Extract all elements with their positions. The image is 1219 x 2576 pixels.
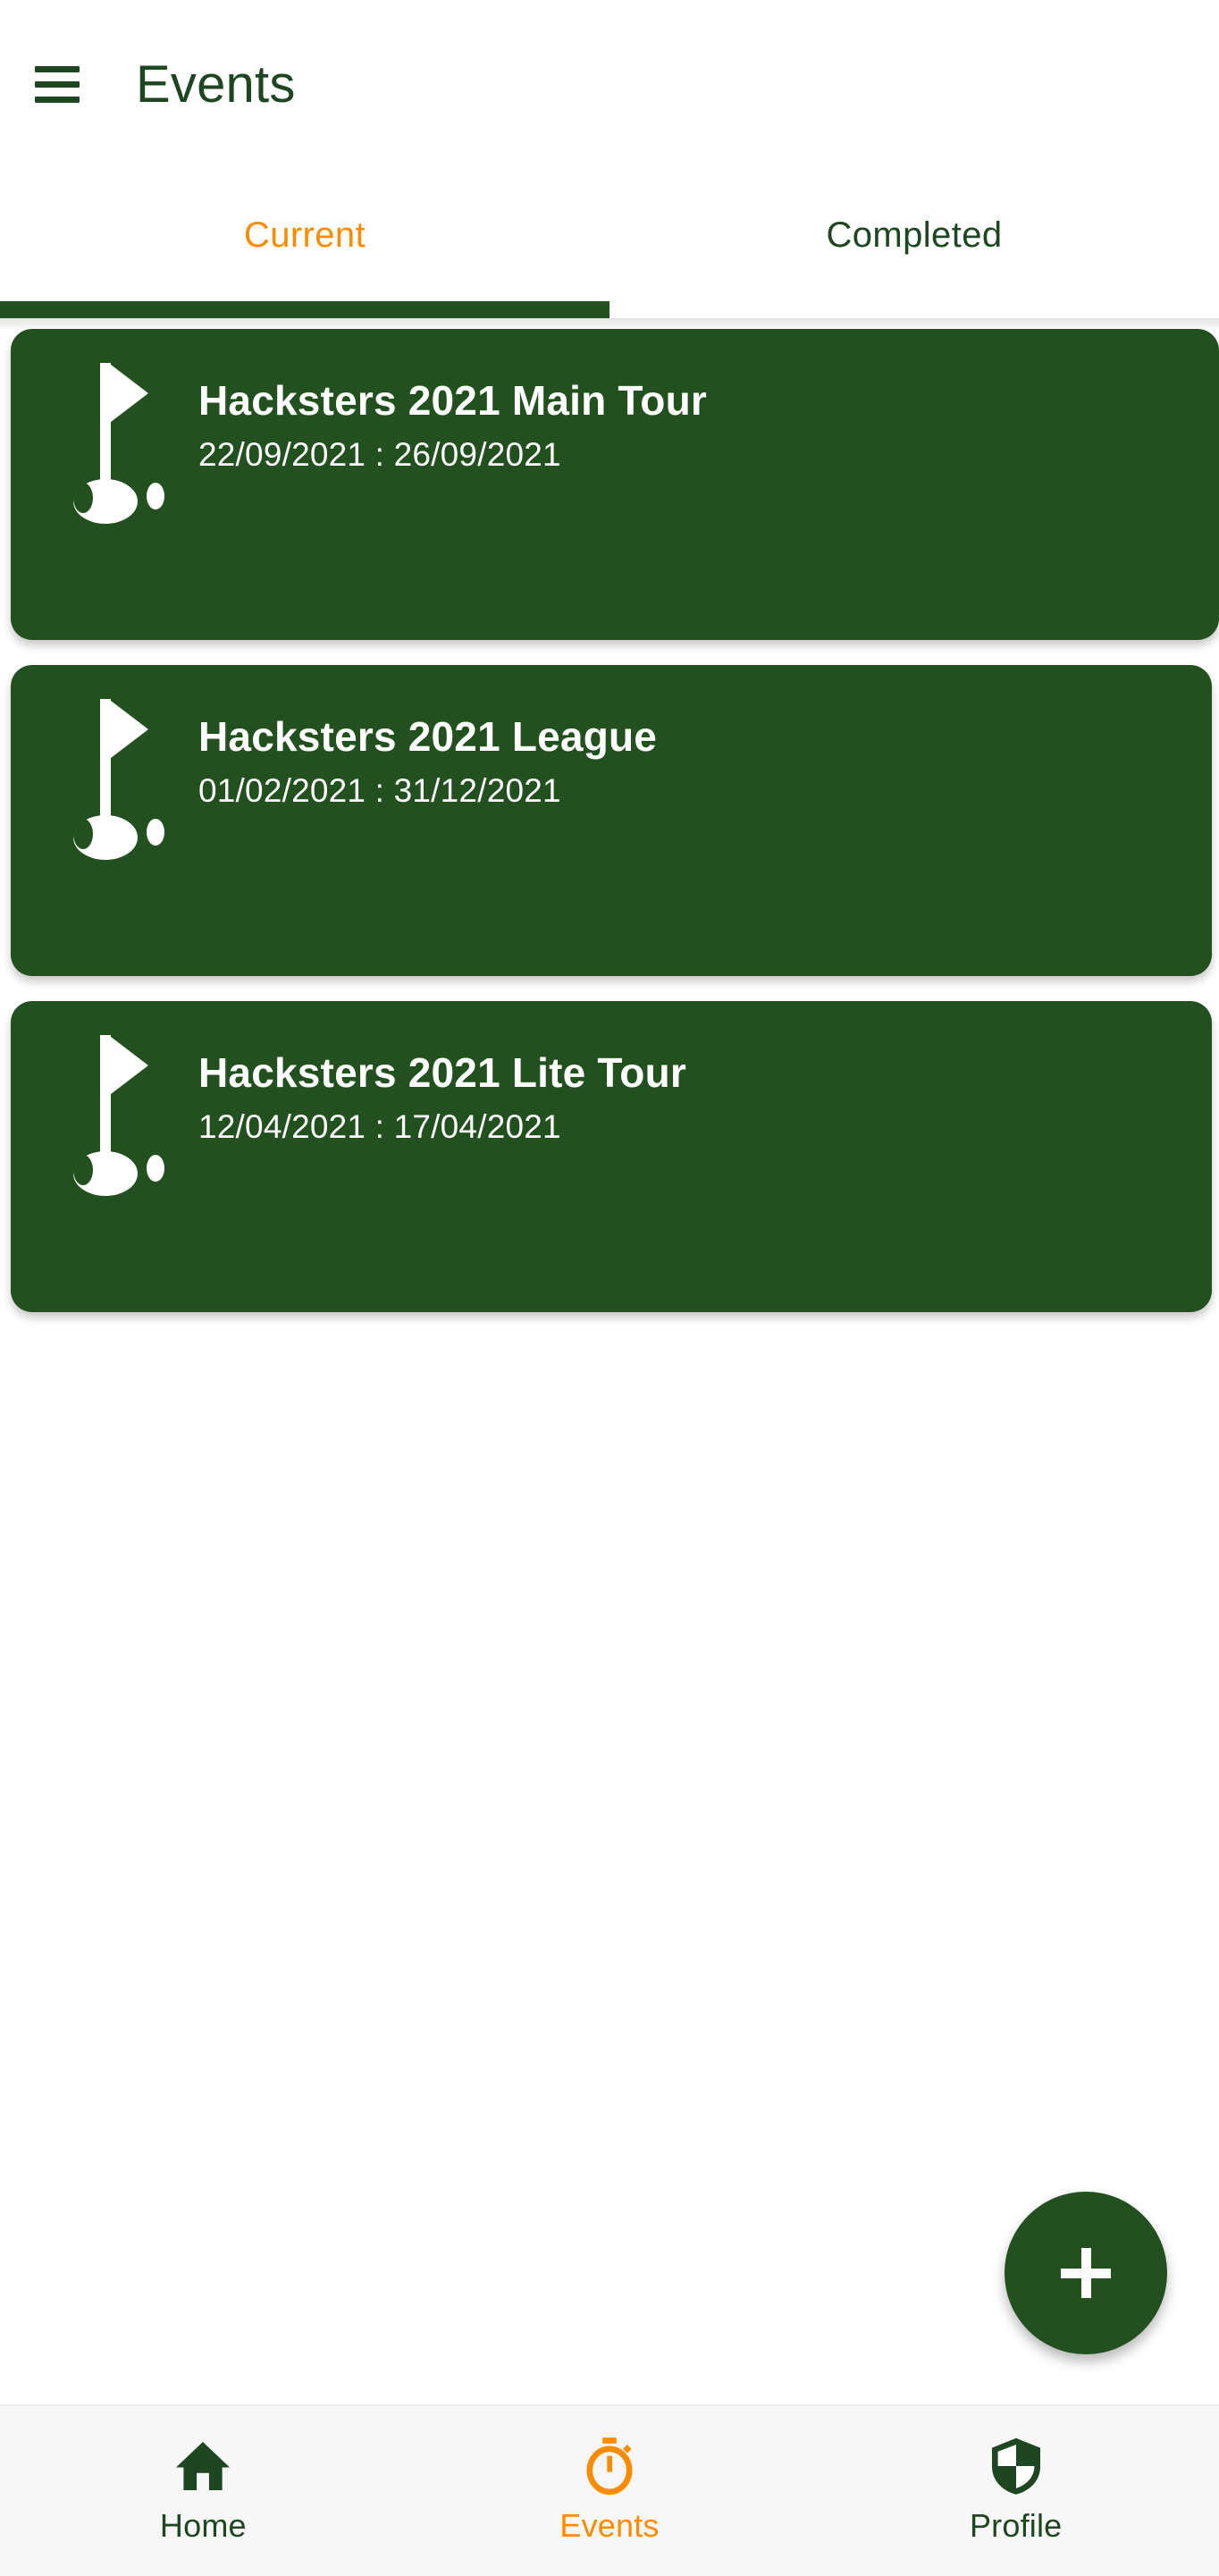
menu-bar-1 [35,65,80,72]
home-icon [171,2432,235,2500]
menu-bar-3 [35,96,80,103]
nav-label-events: Events [559,2507,660,2544]
golf-flag-banner [111,1037,148,1094]
golf-ball [147,819,164,846]
nav-item-profile[interactable]: Profile [812,2406,1219,2576]
golf-flag-banner [111,701,148,758]
nav-label-profile: Profile [969,2507,1063,2544]
app-bar: Events [0,0,1219,168]
event-dates: 01/02/2021 : 31/12/2021 [198,772,561,810]
plus-icon-vertical [1080,2248,1091,2298]
event-dates: 22/09/2021 : 26/09/2021 [198,436,561,474]
event-title: Hacksters 2021 Main Tour [198,377,707,424]
event-card[interactable]: Hacksters 2021 Lite Tour 12/04/2021 : 17… [11,1001,1212,1312]
event-title: Hacksters 2021 League [198,713,658,760]
page-title: Events [136,55,296,114]
golf-hole [73,819,93,849]
nav-label-home: Home [159,2507,247,2544]
menu-bar-2 [35,80,80,88]
shield-icon [984,2432,1048,2500]
golf-ball [147,1155,164,1182]
event-list: Hacksters 2021 Main Tour 22/09/2021 : 26… [0,329,1219,1337]
golf-ball [147,483,164,509]
golf-flag-banner [111,365,148,422]
tab-list: Current Completed [0,168,1219,302]
tab-bar: Current Completed [0,168,1219,318]
event-card[interactable]: Hacksters 2021 Main Tour 22/09/2021 : 26… [11,329,1219,640]
golf-flag-icon [11,665,198,976]
event-card[interactable]: Hacksters 2021 League 01/02/2021 : 31/12… [11,665,1212,976]
golf-hole [73,1155,93,1185]
tab-current[interactable]: Current [0,168,610,302]
golf-flag-icon [11,329,198,640]
add-event-fab[interactable] [1005,2192,1167,2354]
event-title: Hacksters 2021 Lite Tour [198,1049,686,1096]
hamburger-menu-icon[interactable] [14,41,100,127]
stopwatch-icon [577,2432,642,2500]
event-card-body: Hacksters 2021 League 01/02/2021 : 31/12… [198,665,657,810]
golf-hole [73,483,93,513]
bottom-navigation: Home Events Profile [0,2404,1219,2576]
golf-flag-icon [11,1001,198,1312]
event-card-body: Hacksters 2021 Lite Tour 12/04/2021 : 17… [198,1001,686,1146]
nav-item-events[interactable]: Events [407,2406,813,2576]
event-card-body: Hacksters 2021 Main Tour 22/09/2021 : 26… [198,329,707,474]
tab-completed[interactable]: Completed [610,168,1219,302]
tab-active-indicator [0,301,610,318]
nav-item-home[interactable]: Home [0,2406,407,2576]
event-dates: 12/04/2021 : 17/04/2021 [198,1108,561,1146]
tab-divider [0,318,1219,329]
